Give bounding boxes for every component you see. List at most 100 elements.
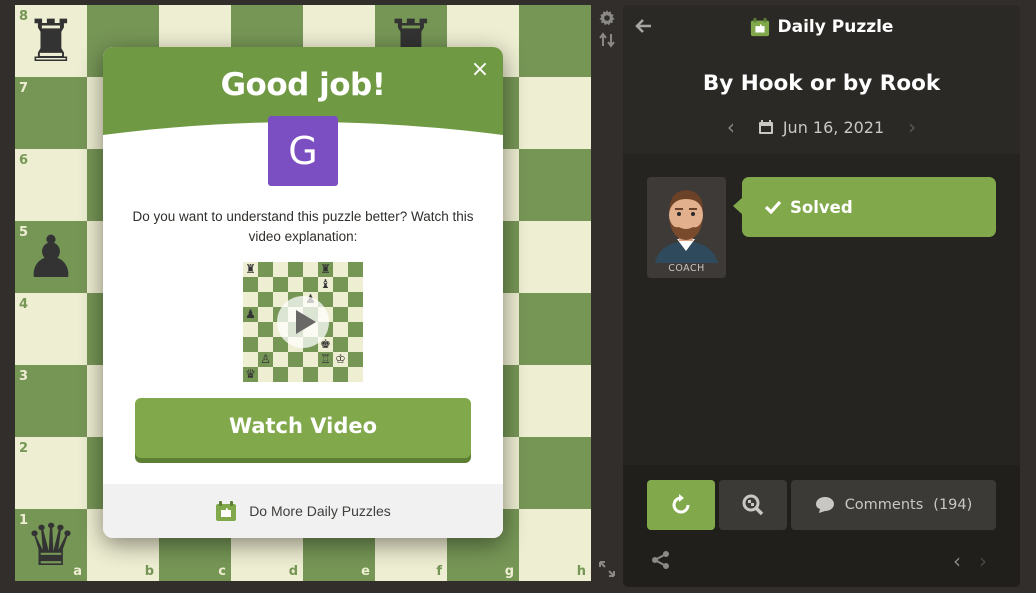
- mini-square: ♖: [318, 352, 333, 367]
- mini-square: [288, 262, 303, 277]
- black-pawn[interactable]: ♟: [15, 221, 87, 293]
- mini-square: [333, 277, 348, 292]
- magnifier-icon: [742, 494, 764, 516]
- chevron-right-icon[interactable]: ›: [979, 549, 987, 573]
- square-h2[interactable]: [519, 437, 591, 509]
- square-a4[interactable]: 4: [15, 293, 87, 365]
- square-a5[interactable]: 5 ♟: [15, 221, 87, 293]
- mini-square: [318, 367, 333, 382]
- file-label: d: [288, 564, 298, 579]
- coach-portrait: [647, 177, 726, 263]
- mini-square: [273, 367, 288, 382]
- mini-square: [333, 367, 348, 382]
- square-h1[interactable]: h: [519, 509, 591, 581]
- mini-square: [258, 322, 273, 337]
- mini-square: [348, 337, 363, 352]
- chevron-right-icon[interactable]: ›: [902, 115, 922, 139]
- mini-square: [273, 352, 288, 367]
- mini-square: ♝: [318, 277, 333, 292]
- analysis-button[interactable]: [719, 480, 787, 530]
- file-label: c: [218, 564, 226, 579]
- chevron-left-icon[interactable]: ‹: [721, 115, 741, 139]
- mini-square: [333, 292, 348, 307]
- panel-heading: Daily Puzzle: [623, 17, 1020, 37]
- video-thumbnail[interactable]: ♜♜♝♟♟♚♙♖♔♛: [243, 262, 363, 382]
- mini-square: [258, 337, 273, 352]
- square-h3[interactable]: [519, 365, 591, 437]
- mini-square: [348, 352, 363, 367]
- mini-square: ♔: [333, 352, 348, 367]
- mini-square: [258, 292, 273, 307]
- square-a7[interactable]: 7: [15, 77, 87, 149]
- square-h4[interactable]: [519, 293, 591, 365]
- mini-square: [333, 337, 348, 352]
- comment-icon: [815, 497, 834, 513]
- gear-icon[interactable]: [598, 9, 616, 27]
- puzzle-sidebar: Daily Puzzle By Hook or by Rook ‹ Jun 16…: [623, 5, 1020, 587]
- mini-square: [258, 367, 273, 382]
- share-icon[interactable]: [651, 550, 671, 570]
- mini-square: [348, 292, 363, 307]
- puzzle-title: By Hook or by Rook: [702, 71, 941, 96]
- mini-square: [288, 352, 303, 367]
- panel-title: Daily Puzzle: [777, 17, 894, 37]
- close-icon[interactable]: ×: [469, 59, 491, 81]
- mini-square: [348, 262, 363, 277]
- square-h5[interactable]: [519, 221, 591, 293]
- square-a8[interactable]: 8 ♜: [15, 5, 87, 77]
- rank-label: 7: [19, 81, 29, 96]
- mini-square: [258, 307, 273, 322]
- mini-square: ♙: [258, 352, 273, 367]
- mini-square: [348, 277, 363, 292]
- black-rook[interactable]: ♜: [15, 5, 87, 77]
- mini-square: [288, 367, 303, 382]
- rank-label: 4: [19, 297, 29, 312]
- retry-icon: [672, 494, 690, 514]
- rank-label: 3: [19, 369, 29, 384]
- file-label: b: [144, 564, 154, 579]
- square-h6[interactable]: [519, 149, 591, 221]
- square-a1[interactable]: 1 a ♛: [15, 509, 87, 581]
- mini-square: ♜: [243, 262, 258, 277]
- square-a6[interactable]: 6: [15, 149, 87, 221]
- retry-button[interactable]: [647, 480, 715, 530]
- square-a2[interactable]: 2: [15, 437, 87, 509]
- mini-square: [258, 277, 273, 292]
- file-label: e: [361, 564, 370, 579]
- chevron-left-icon[interactable]: ‹: [953, 549, 961, 573]
- expand-icon[interactable]: [598, 560, 616, 578]
- mini-square: [243, 337, 258, 352]
- calendar-icon: [758, 120, 773, 134]
- mini-square: [303, 352, 318, 367]
- puzzle-complete-modal: Good job! × G Do you want to understand …: [103, 47, 503, 538]
- mini-square: [303, 277, 318, 292]
- more-puzzles-link[interactable]: Do More Daily Puzzles: [103, 484, 503, 538]
- mini-square: [348, 307, 363, 322]
- date-navigator: ‹ Jun 16, 2021 ›: [623, 115, 1020, 139]
- modal-title: Good job!: [220, 67, 386, 103]
- play-icon[interactable]: [277, 296, 329, 348]
- mini-square: [333, 262, 348, 277]
- status-bubble: Solved: [733, 177, 996, 237]
- watch-video-button[interactable]: Watch Video: [135, 398, 471, 458]
- daily-puzzle-icon: [216, 501, 237, 521]
- modal-description: Do you want to understand this puzzle be…: [132, 209, 474, 244]
- mini-square: [243, 277, 258, 292]
- mini-square: [243, 322, 258, 337]
- mini-square: [303, 262, 318, 277]
- black-queen[interactable]: ♛: [15, 509, 87, 581]
- square-h8[interactable]: [519, 5, 591, 77]
- mini-square: [348, 322, 363, 337]
- comments-button[interactable]: Comments (194): [791, 480, 996, 530]
- file-label: g: [504, 564, 514, 579]
- rank-label: 6: [19, 153, 29, 168]
- comments-count: (194): [933, 497, 973, 513]
- mini-square: ♜: [318, 262, 333, 277]
- mini-square: [243, 292, 258, 307]
- file-label: h: [576, 564, 586, 579]
- square-a3[interactable]: 3: [15, 365, 87, 437]
- square-h7[interactable]: [519, 77, 591, 149]
- flip-board-icon[interactable]: [598, 31, 616, 49]
- status-text: Solved: [790, 197, 853, 217]
- rank-label: 2: [19, 441, 29, 456]
